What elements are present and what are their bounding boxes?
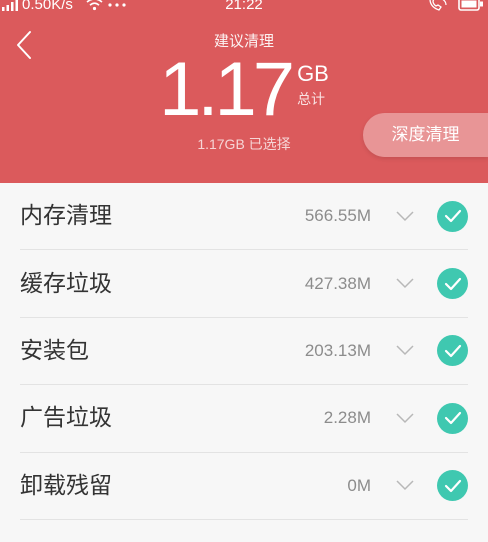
list-item[interactable]: 广告垃圾 2.28M bbox=[20, 385, 468, 453]
total-size-caption: 总计 bbox=[297, 92, 326, 108]
clock: 21:22 bbox=[225, 0, 263, 13]
item-label: 卸载残留 bbox=[20, 472, 112, 499]
signal-icon bbox=[2, 0, 18, 11]
chevron-down-icon[interactable] bbox=[396, 413, 414, 424]
deep-clean-button[interactable]: 深度清理 bbox=[363, 113, 488, 157]
item-size: 2.28M bbox=[323, 408, 371, 428]
item-size: 566.55M bbox=[304, 206, 371, 226]
list-item[interactable]: 内存清理 566.55M bbox=[20, 183, 468, 251]
check-circle-icon[interactable] bbox=[437, 200, 468, 232]
summary-header: 0.50K/s 21:22 建议清理 1.17 GB 总计 1.17GB 已选择… bbox=[0, 0, 488, 183]
total-size-value: 1.17 bbox=[159, 47, 295, 132]
call-icon bbox=[429, 0, 447, 11]
list-item[interactable]: 安装包 203.13M bbox=[20, 318, 468, 386]
item-size: 0M bbox=[347, 475, 371, 495]
list-item[interactable]: 缓存垃圾 427.38M bbox=[20, 250, 468, 318]
check-circle-icon[interactable] bbox=[437, 402, 468, 434]
wifi-icon bbox=[86, 0, 103, 11]
check-circle-icon[interactable] bbox=[437, 268, 468, 300]
total-size-meta: GB 总计 bbox=[297, 52, 329, 109]
chevron-down-icon[interactable] bbox=[396, 480, 414, 491]
item-label: 缓存垃圾 bbox=[20, 270, 112, 297]
network-speed: 0.50K/s bbox=[22, 0, 73, 13]
chevron-down-icon[interactable] bbox=[396, 278, 414, 289]
total-size-unit: GB bbox=[297, 61, 329, 86]
check-circle-icon[interactable] bbox=[437, 335, 468, 367]
chevron-down-icon[interactable] bbox=[396, 345, 414, 356]
clean-category-list: 内存清理 566.55M 缓存垃圾 427.38M 安装包 203.13M 广告… bbox=[0, 183, 488, 542]
item-label: 广告垃圾 bbox=[20, 405, 112, 432]
item-label: 内存清理 bbox=[20, 203, 112, 230]
cleaner-screen: 0.50K/s 21:22 建议清理 1.17 GB 总计 1.17GB 已选择… bbox=[0, 0, 488, 542]
chevron-down-icon[interactable] bbox=[396, 211, 414, 222]
item-size: 203.13M bbox=[304, 340, 371, 360]
item-label: 安装包 bbox=[20, 337, 89, 364]
list-item[interactable]: 卸载残留 0M bbox=[20, 453, 468, 520]
battery-icon bbox=[458, 0, 483, 11]
more-dots-icon bbox=[108, 3, 126, 7]
item-size: 427.38M bbox=[304, 273, 371, 293]
check-circle-icon[interactable] bbox=[437, 470, 468, 502]
